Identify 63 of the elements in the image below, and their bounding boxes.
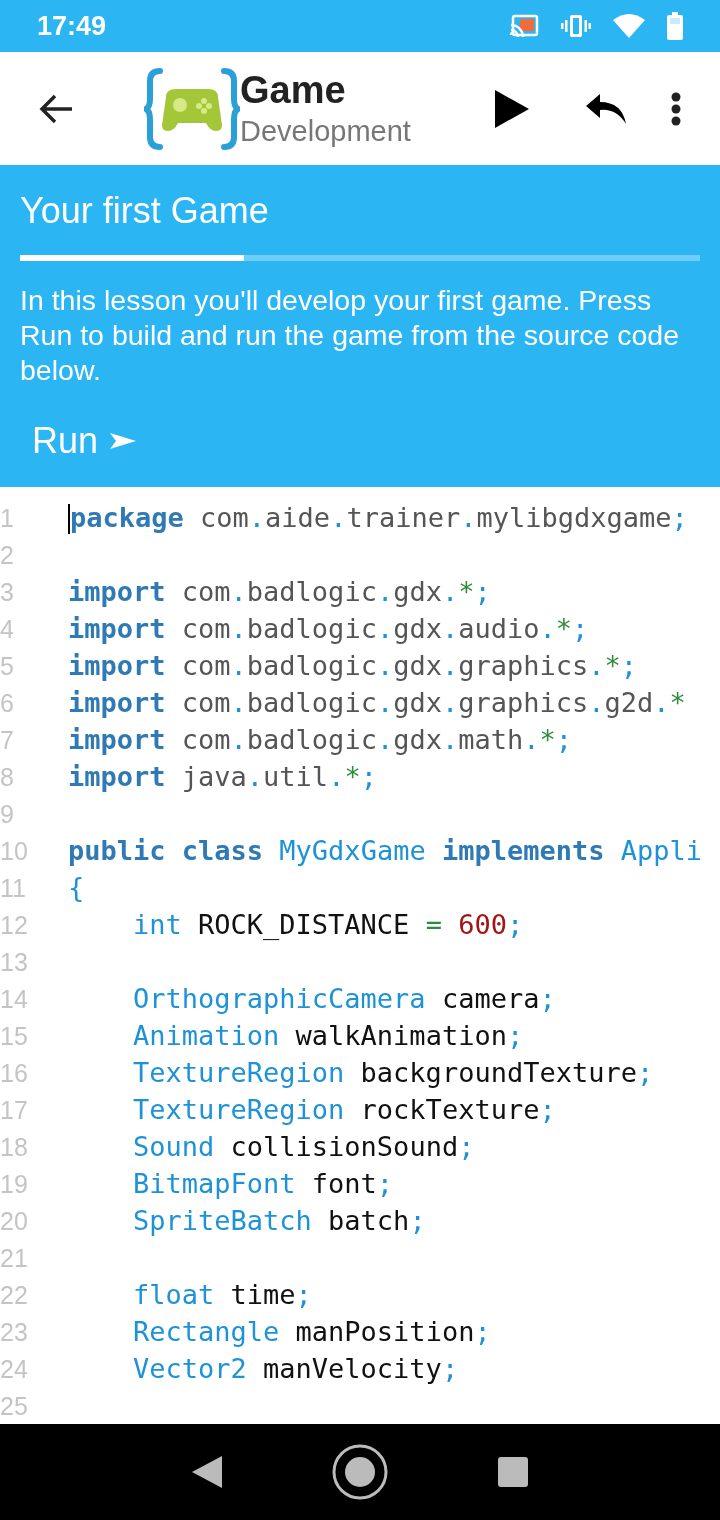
- code-line: BitmapFont font;: [132, 1167, 394, 1202]
- code-line: TextureRegion backgroundTexture;: [132, 1056, 654, 1091]
- line-number: 24: [0, 1353, 29, 1385]
- line-number: 13: [0, 946, 29, 978]
- line-number: 21: [0, 1242, 29, 1274]
- code-line: package com.aide.trainer.mylibgdxgame;: [70, 501, 688, 536]
- lesson-title: Your first Game: [20, 193, 270, 229]
- code-line: Sound collisionSound;: [132, 1130, 475, 1165]
- more-icon: [671, 91, 681, 126]
- gamepad-logo-icon: [144, 66, 240, 151]
- code-line: Rectangle manPosition;: [132, 1315, 491, 1350]
- vibrate-icon: [561, 14, 591, 38]
- line-number: 19: [0, 1168, 29, 1200]
- back-arrow-icon: [39, 93, 73, 124]
- code-line: Animation walkAnimation;: [132, 1019, 524, 1054]
- wifi-icon: [613, 14, 645, 38]
- line-number: 9: [0, 798, 15, 830]
- code-line: import com.badlogic.gdx.graphics.g2d.*: [68, 686, 686, 721]
- nav-back-icon[interactable]: [192, 1456, 222, 1488]
- line-number: 22: [0, 1279, 29, 1311]
- line-number: 10: [0, 835, 29, 867]
- play-icon: [495, 89, 529, 128]
- code-line: import com.badlogic.gdx.audio.*;: [68, 612, 589, 647]
- reply-arrow-icon: [586, 93, 626, 124]
- app-title: Game: [240, 71, 347, 109]
- status-time: 17:49: [37, 9, 107, 43]
- line-number: 7: [0, 724, 15, 756]
- line-number: 2: [0, 539, 15, 571]
- run-link[interactable]: Run: [32, 414, 137, 468]
- nav-home-icon[interactable]: [332, 1444, 388, 1500]
- lesson-description: In this lesson you'll develop your first game. Press Run to build and run the game from the source code below.: [20, 283, 681, 388]
- line-number: 8: [0, 761, 15, 793]
- line-number: 16: [0, 1057, 29, 1089]
- code-line: int ROCK_DISTANCE = 600;: [132, 908, 524, 943]
- code-line: SpriteBatch batch;: [132, 1204, 426, 1239]
- code-line: OrthographicCamera camera;: [132, 982, 556, 1017]
- line-number: 25: [0, 1390, 29, 1422]
- line-number: 1: [0, 502, 15, 534]
- line-number: 17: [0, 1094, 29, 1126]
- line-number: 11: [0, 872, 27, 904]
- line-number: 12: [0, 909, 29, 941]
- code-line: {: [68, 871, 85, 906]
- line-number: 20: [0, 1205, 29, 1237]
- code-line: import com.badlogic.gdx.graphics.*;: [68, 649, 638, 684]
- code-line: TextureRegion rockTexture;: [132, 1093, 556, 1128]
- line-number: 4: [0, 613, 15, 645]
- battery-icon: [667, 12, 683, 40]
- code-line: import java.util.*;: [68, 760, 377, 795]
- code-line: float time;: [132, 1278, 312, 1313]
- line-number: 5: [0, 650, 15, 682]
- code-line: import com.badlogic.gdx.math.*;: [68, 723, 573, 758]
- cast-icon: [509, 14, 539, 38]
- arrow-right-icon: [110, 433, 137, 449]
- line-number: 14: [0, 983, 29, 1015]
- code-line: import com.badlogic.gdx.*;: [68, 575, 491, 610]
- line-number: 6: [0, 687, 15, 719]
- code-line: public class MyGdxGame implements Appli: [68, 834, 702, 869]
- line-number: 15: [0, 1020, 29, 1052]
- line-number: 18: [0, 1131, 29, 1163]
- line-number: 23: [0, 1316, 29, 1348]
- code-line: Vector2 manVelocity;: [132, 1352, 459, 1387]
- app-subtitle: Development: [240, 117, 411, 146]
- line-number: 3: [0, 576, 15, 608]
